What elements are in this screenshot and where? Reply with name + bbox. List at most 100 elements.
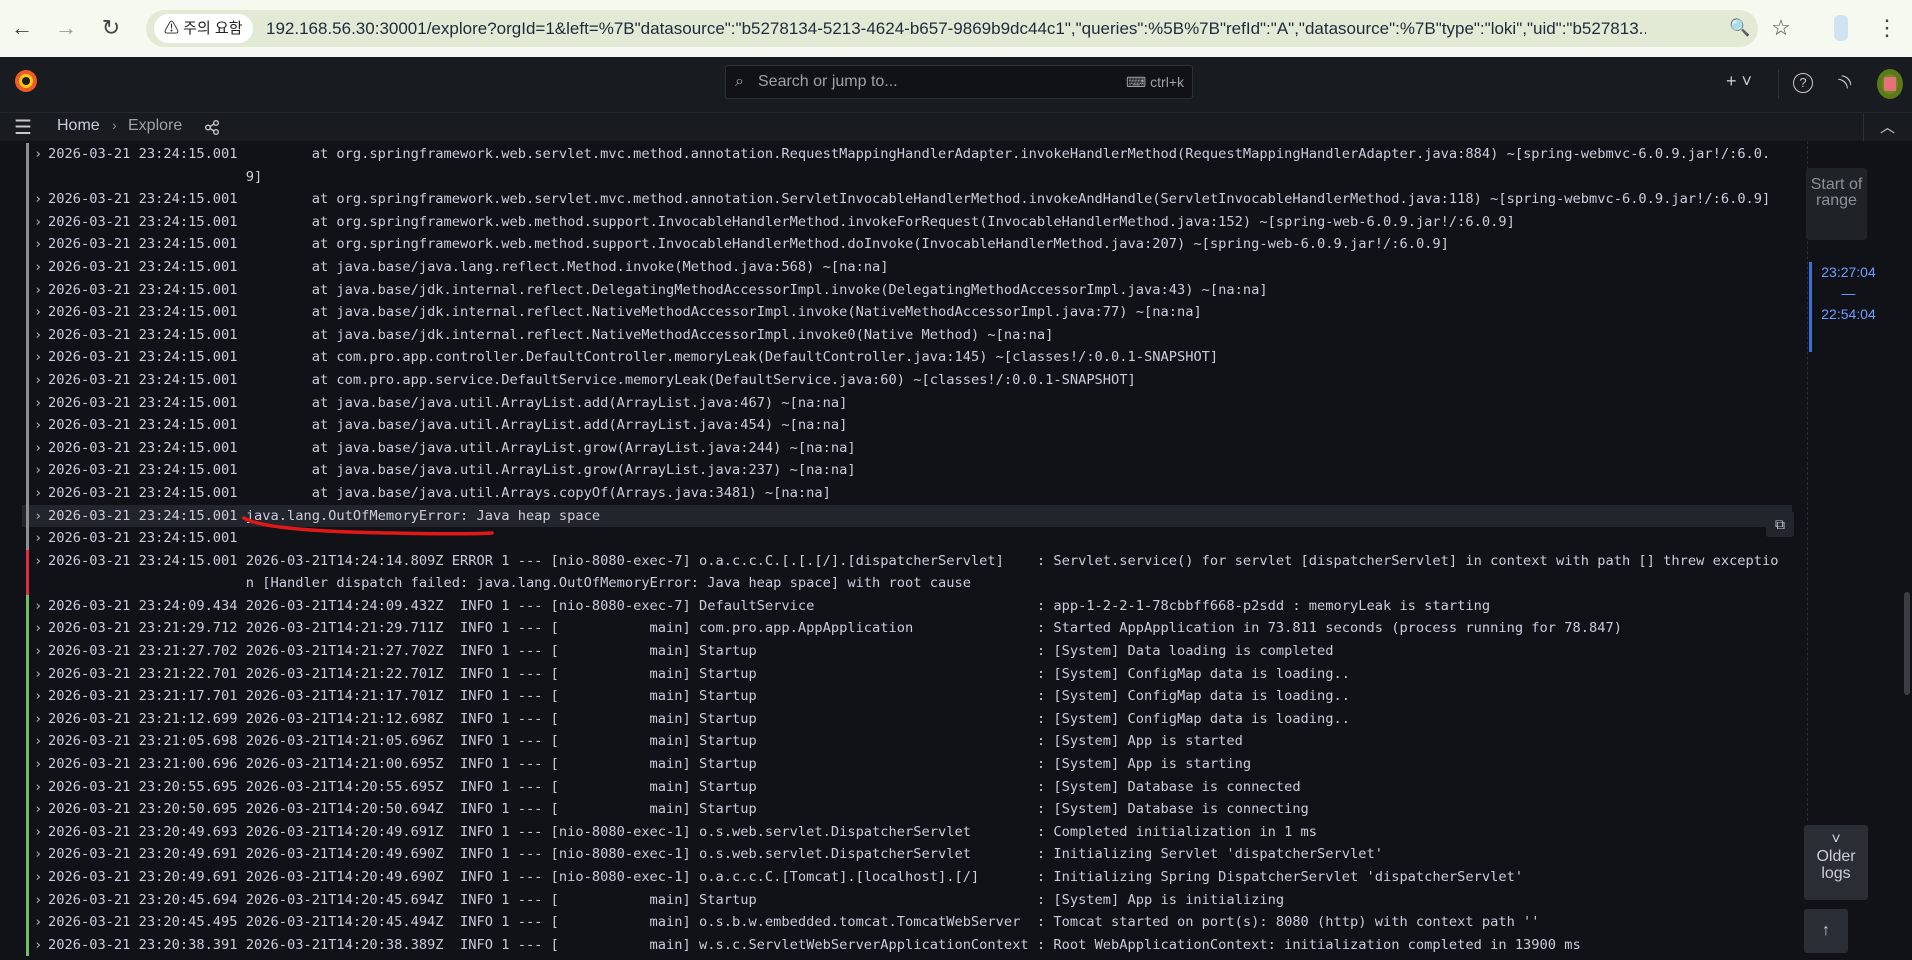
extension-icon[interactable] (1834, 15, 1848, 41)
zoom-icon[interactable]: 🔍 (1726, 14, 1754, 42)
log-row[interactable]: › 2026-03-21 23:21:29.712 2026-03-21T14:21… (22, 617, 1792, 641)
log-timestamp: 2026-03-21 23:20:45.495 (48, 914, 238, 931)
log-timestamp: 2026-03-21 23:20:38.391 (48, 936, 238, 953)
log-message: 2026-03-21T14:20:49.691Z INFO 1 --- [nio… (245, 823, 1318, 840)
divider (1778, 69, 1779, 99)
log-list: › 2026-03-21 23:24:15.001 at org.springfr… (22, 143, 1792, 960)
search-icon: ⌕ (735, 73, 744, 90)
log-row[interactable]: › 2026-03-21 23:24:15.001 at java.base/ja… (22, 481, 1792, 505)
log-level-indicator (26, 843, 29, 866)
grafana-logo-icon[interactable] (13, 67, 39, 95)
scroll-to-top-button[interactable]: ↑ (1804, 909, 1848, 953)
log-row[interactable]: › 2026-03-21 23:24:15.001 at java.base/jd… (22, 278, 1792, 302)
user-avatar[interactable] (1877, 69, 1903, 99)
log-row[interactable]: › 2026-03-21 23:24:15.001 2026-03-21T14:24… (22, 549, 1792, 595)
log-row[interactable]: › 2026-03-21 23:24:15.001 at org.springfr… (22, 143, 1792, 189)
log-level-indicator (26, 866, 29, 889)
collapse-chevron-up-icon[interactable]: ︿ (1880, 116, 1895, 137)
log-row[interactable]: › 2026-03-21 23:21:05.698 2026-03-21T14:21… (22, 730, 1792, 754)
log-timestamp: 2026-03-21 23:24:15.001 (48, 417, 238, 434)
log-level-indicator (26, 143, 29, 189)
log-level-indicator (26, 436, 29, 460)
log-message: 2026-03-21T14:21:22.701Z INFO 1 --- [ ma… (245, 665, 1351, 682)
range-dash: — (1841, 285, 1856, 301)
browser-menu-icon[interactable]: ⋮ (1873, 14, 1901, 42)
log-row[interactable]: › 2026-03-21 23:20:49.693 2026-03-21T14:20… (22, 820, 1792, 844)
search-input[interactable]: ⌕ Search or jump to... ⌨ ctrl+k (725, 65, 1193, 99)
share-icon[interactable] (205, 120, 220, 135)
back-button[interactable]: ← (8, 14, 36, 42)
log-row[interactable]: › 2026-03-21 23:21:22.701 2026-03-21T14:21… (22, 662, 1792, 686)
log-level-indicator (26, 527, 29, 550)
url-text[interactable]: 192.168.56.30:30001/explore?orgId=1&left… (266, 10, 1646, 47)
older-logs-button[interactable]: ˅ Older logs (1804, 825, 1868, 900)
log-row[interactable]: › 2026-03-21 23:21:27.702 2026-03-21T14:21… (22, 640, 1792, 663)
log-level-indicator (26, 730, 29, 754)
log-message: 2026-03-21T14:21:05.696Z INFO 1 --- [ ma… (245, 733, 1243, 750)
log-row[interactable]: › 2026-03-21 23:21:12.699 2026-03-21T14:21… (22, 707, 1792, 731)
log-row[interactable]: › 2026-03-21 23:20:50.695 2026-03-21T14:20… (22, 798, 1792, 821)
log-row[interactable]: › 2026-03-21 23:21:00.696 2026-03-21T14:21… (22, 753, 1792, 776)
log-row[interactable]: › 2026-03-21 23:24:15.001 at java.base/jd… (22, 323, 1792, 347)
forward-button[interactable]: → (52, 14, 80, 42)
log-row[interactable]: › 2026-03-21 23:24:15.001 at org.springfr… (22, 210, 1792, 234)
help-icon[interactable]: ? (1793, 73, 1813, 93)
log-message: at org.springframework.web.method.suppor… (245, 236, 1449, 253)
log-row[interactable]: › 2026-03-21 23:20:55.695 2026-03-21T14:20… (22, 775, 1792, 799)
log-row[interactable]: › 2026-03-21 23:24:15.001 at java.base/ja… (22, 414, 1792, 437)
menu-hamburger-icon[interactable]: ☰ (14, 115, 32, 140)
scrollbar-thumb[interactable] (1904, 592, 1910, 695)
log-timestamp: 2026-03-21 23:24:15.001 (48, 484, 238, 501)
log-row[interactable]: › 2026-03-21 23:24:15.001 at java.base/ja… (22, 459, 1792, 482)
browser-toolbar: ← → ↻ ⚠ 주의 요함 192.168.56.30:30001/explor… (0, 0, 1912, 57)
breadcrumb-home[interactable]: Home (57, 117, 100, 135)
log-message: at java.base/java.lang.reflect.Method.in… (245, 258, 889, 275)
older-logs-label: Older logs (1816, 848, 1856, 882)
log-message: 2026-03-21T14:20:38.389Z INFO 1 --- [ ma… (245, 936, 1581, 953)
log-timestamp: 2026-03-21 23:21:27.702 (48, 643, 238, 660)
bookmark-star-icon[interactable]: ☆ (1767, 14, 1795, 42)
log-timestamp: 2026-03-21 23:24:15.001 (48, 258, 238, 275)
log-timestamp: 2026-03-21 23:20:49.691 (48, 869, 238, 885)
log-level-indicator (26, 301, 29, 324)
log-timestamp: 2026-03-21 23:24:15.001 (48, 530, 238, 547)
log-row[interactable]: › 2026-03-21 23:24:15.001 at com.pro.app.… (22, 346, 1792, 369)
log-row[interactable]: › 2026-03-21 23:21:17.701 2026-03-21T14:21… (22, 685, 1792, 708)
log-message: at org.springframework.web.servlet.mvc.m… (245, 191, 1771, 208)
copy-log-line-button[interactable]: ⧉ (1766, 511, 1794, 537)
log-row[interactable]: › 2026-03-21 23:20:49.691 2026-03-21T14:20… (22, 866, 1792, 889)
log-row[interactable]: › 2026-03-21 23:24:15.001 at java.base/ja… (22, 391, 1792, 415)
log-level-indicator (26, 617, 29, 641)
log-timestamp: 2026-03-21 23:20:49.691 (48, 846, 238, 863)
log-message: at java.base/jdk.internal.reflect.Native… (245, 304, 1202, 321)
log-row[interactable]: › 2026-03-21 23:20:45.694 2026-03-21T14:20… (22, 888, 1792, 912)
log-row[interactable]: › 2026-03-21 23:24:15.001 at org.springfr… (22, 188, 1792, 211)
breadcrumb-current: Explore (128, 117, 183, 134)
log-row[interactable]: › 2026-03-21 23:20:38.391 2026-03-21T14:20… (22, 933, 1792, 957)
log-row[interactable]: › 2026-03-21 23:24:15.001 at org.springfr… (22, 233, 1792, 256)
log-timestamp: 2026-03-21 23:24:15.001 (48, 326, 238, 343)
log-level-indicator (26, 549, 29, 595)
log-level-indicator (26, 278, 29, 302)
log-level-indicator (26, 346, 29, 369)
add-new-button[interactable]: + ˅ (1726, 71, 1752, 92)
log-timestamp: 2026-03-21 23:24:15.001 (48, 371, 238, 388)
reload-button[interactable]: ↻ (97, 14, 125, 42)
log-row[interactable]: › 2026-03-21 23:24:15.001 at java.base/ja… (22, 436, 1792, 460)
log-row[interactable]: › 2026-03-21 23:24:15.001 at com.pro.app.… (22, 368, 1792, 392)
log-message: 2026-03-21T14:24:14.809Z ERROR 1 --- [ni… (245, 552, 1779, 592)
news-rss-icon[interactable]: )) (1836, 71, 1854, 89)
log-message: at java.base/java.util.ArrayList.grow(Ar… (245, 439, 856, 456)
log-row[interactable]: › 2026-03-21 23:20:49.691 2026-03-21T14:20… (22, 843, 1792, 866)
log-row[interactable]: › 2026-03-21 23:20:45.495 2026-03-21T14:20… (22, 911, 1792, 934)
log-message: at org.springframework.web.method.suppor… (245, 213, 1515, 230)
log-row[interactable]: › 2026-03-21 23:24:15.001 at java.base/jd… (22, 301, 1792, 324)
log-level-indicator (26, 911, 29, 934)
log-message: 2026-03-21T14:21:00.695Z INFO 1 --- [ ma… (245, 756, 1252, 773)
log-row[interactable]: › 2026-03-21 23:24:15.001 at java.base/ja… (22, 255, 1792, 279)
address-bar[interactable]: ⚠ 주의 요함 192.168.56.30:30001/explore?orgI… (146, 10, 1758, 47)
time-range-segment[interactable]: 23:27:04 — 22:54:04 (1809, 262, 1879, 352)
log-row[interactable]: › 2026-03-21 23:24:09.434 2026-03-21T14:24… (22, 594, 1792, 618)
start-of-range-label: Start of range (1806, 168, 1867, 240)
security-warning-chip[interactable]: ⚠ 주의 요함 (154, 14, 253, 43)
